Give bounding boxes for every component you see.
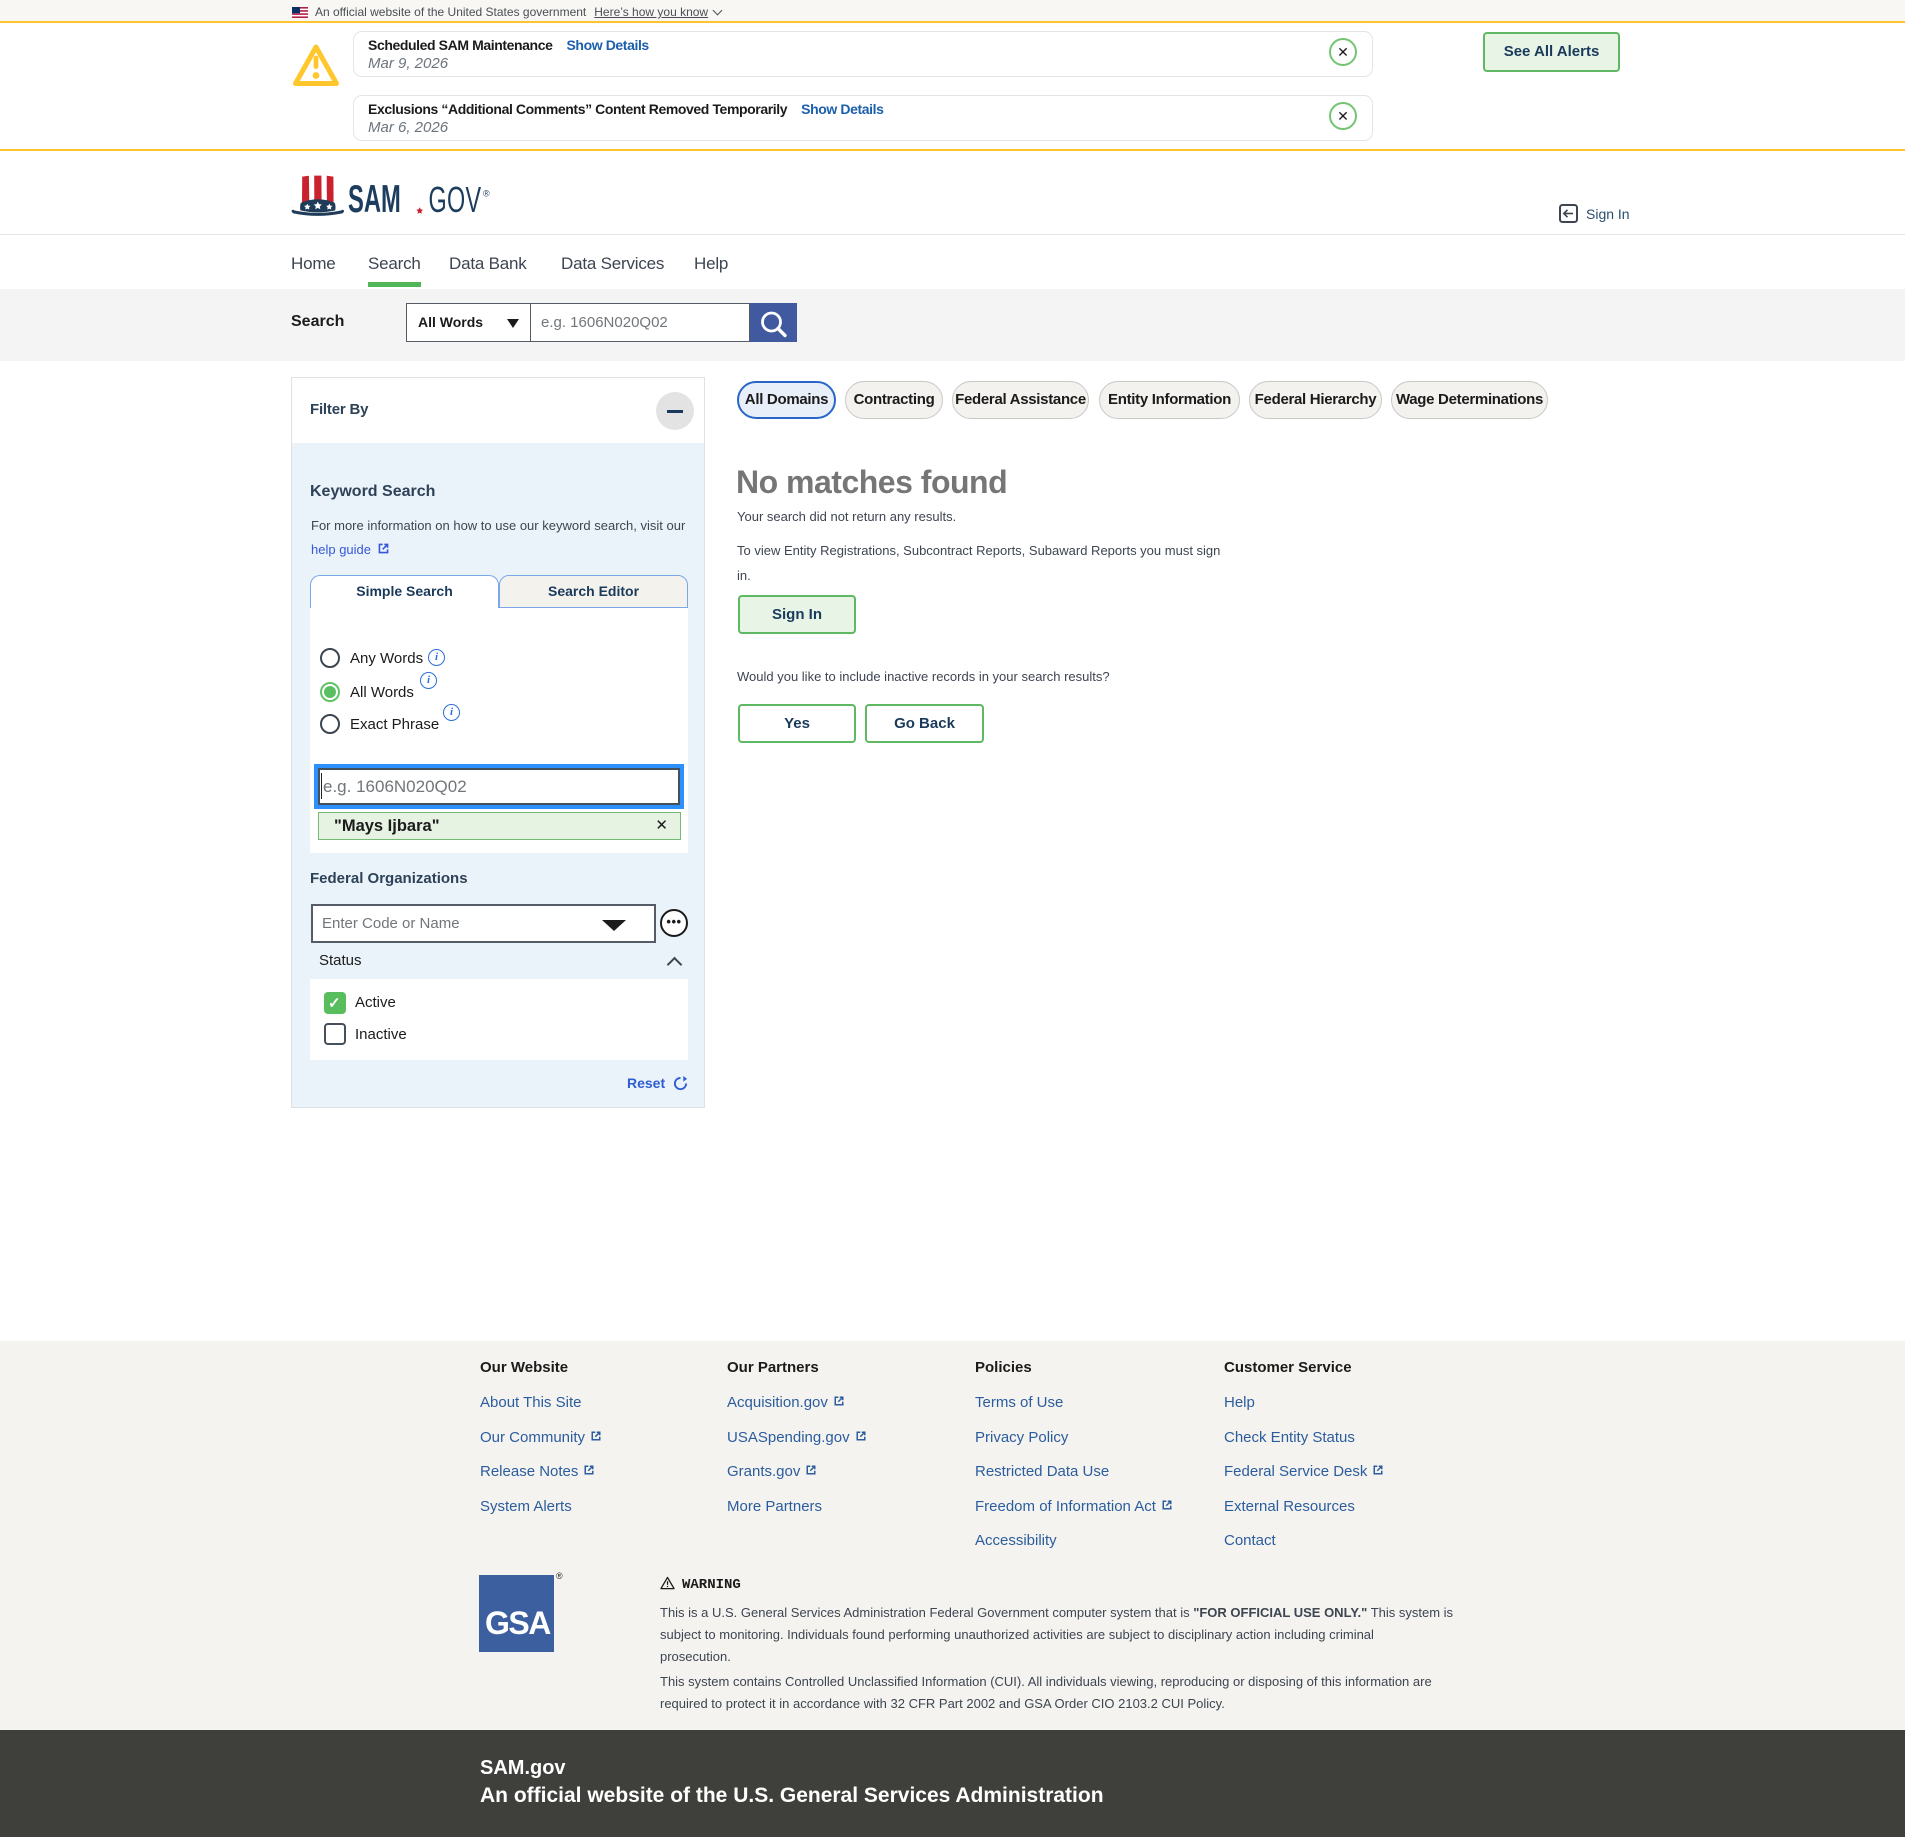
svg-text:SAM: SAM [348, 177, 401, 220]
svg-text:GOV: GOV [429, 181, 482, 220]
svg-text:®: ® [483, 189, 490, 199]
